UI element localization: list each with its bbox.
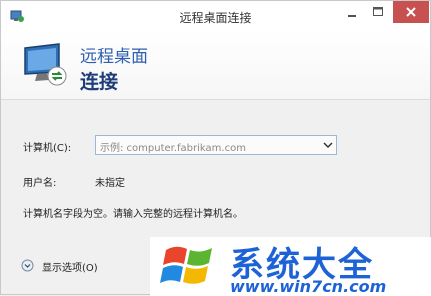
dialog-header: 远程桌面 连接 — [1, 31, 430, 100]
computer-input[interactable]: 示例: computer.fabrikam.com — [100, 139, 246, 154]
header-title-line1: 远程桌面 — [80, 47, 148, 67]
close-icon — [406, 7, 416, 17]
watermark: 系统大全 www.win7cn.com — [150, 237, 431, 296]
header-title-line2: 连接 — [80, 71, 119, 93]
close-button[interactable] — [393, 1, 429, 23]
remote-desktop-monitor-icon — [24, 43, 67, 86]
computer-label: 计算机(C): — [23, 143, 72, 154]
watermark-url: www.win7cn.com — [230, 277, 387, 296]
title-bar[interactable]: 远程桌面连接 — [1, 1, 430, 31]
maximize-button[interactable] — [365, 1, 391, 23]
minimize-button[interactable] — [339, 1, 365, 23]
minimize-icon — [348, 15, 356, 17]
computer-combobox[interactable]: 示例: computer.fabrikam.com — [95, 135, 337, 155]
chevron-down-circle-icon[interactable] — [21, 259, 34, 272]
info-message: 计算机名字段为空。请输入完整的远程计算机名。 — [23, 209, 243, 220]
chevron-down-icon[interactable] — [323, 141, 333, 149]
maximize-icon — [373, 7, 383, 16]
show-options-label[interactable]: 显示选项(O) — [42, 259, 98, 274]
rdp-window: 远程桌面连接 远程桌面 连接 计算机(C): 示例: computer.fabr… — [0, 0, 431, 296]
windows-logo-icon — [160, 246, 212, 284]
username-value: 未指定 — [95, 178, 125, 189]
username-label: 用户名: — [23, 178, 57, 189]
